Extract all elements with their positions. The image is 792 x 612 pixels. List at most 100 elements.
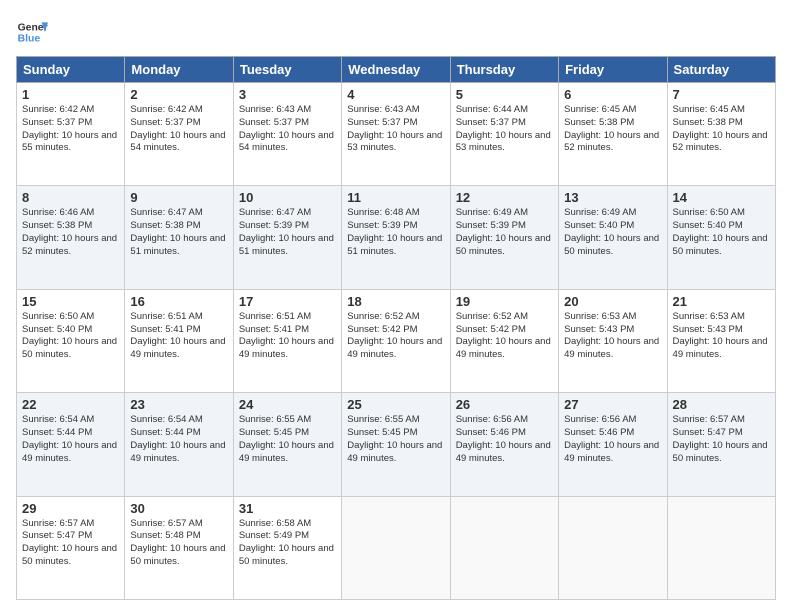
day-info: Sunrise: 6:50 AMSunset: 5:40 PMDaylight:… [22, 311, 117, 360]
day-number: 3 [239, 87, 336, 102]
day-info: Sunrise: 6:50 AMSunset: 5:40 PMDaylight:… [673, 207, 768, 256]
day-number: 25 [347, 397, 444, 412]
day-cell: 22Sunrise: 6:54 AMSunset: 5:44 PMDayligh… [17, 393, 125, 496]
day-cell: 28Sunrise: 6:57 AMSunset: 5:47 PMDayligh… [667, 393, 775, 496]
day-cell: 30Sunrise: 6:57 AMSunset: 5:48 PMDayligh… [125, 496, 233, 599]
day-number: 15 [22, 294, 119, 309]
day-info: Sunrise: 6:49 AMSunset: 5:39 PMDaylight:… [456, 207, 551, 256]
day-info: Sunrise: 6:57 AMSunset: 5:47 PMDaylight:… [22, 518, 117, 567]
week-row-3: 15 Sunrise: 6:50 AMSunset: 5:40 PMDayligh… [17, 289, 776, 392]
day-number: 12 [456, 190, 553, 205]
day-info: Sunrise: 6:52 AMSunset: 5:42 PMDaylight:… [347, 311, 442, 360]
day-cell: 27 Sunrise: 6:56 AMSunset: 5:46 PMDayligh… [559, 393, 667, 496]
week-row-5: 29 Sunrise: 6:57 AMSunset: 5:47 PMDayligh… [17, 496, 776, 599]
day-cell: 13 Sunrise: 6:49 AMSunset: 5:40 PMDayligh… [559, 186, 667, 289]
day-info: Sunrise: 6:53 AMSunset: 5:43 PMDaylight:… [564, 311, 659, 360]
day-cell [667, 496, 775, 599]
day-cell: 15 Sunrise: 6:50 AMSunset: 5:40 PMDayligh… [17, 289, 125, 392]
day-cell: 12 Sunrise: 6:49 AMSunset: 5:39 PMDayligh… [450, 186, 558, 289]
day-number: 29 [22, 501, 119, 516]
day-info: Sunrise: 6:55 AMSunset: 5:45 PMDaylight:… [239, 414, 334, 463]
day-cell: 14 Sunrise: 6:50 AMSunset: 5:40 PMDayligh… [667, 186, 775, 289]
day-cell: 8 Sunrise: 6:46 AMSunset: 5:38 PMDaylight… [17, 186, 125, 289]
day-cell: 16 Sunrise: 6:51 AMSunset: 5:41 PMDayligh… [125, 289, 233, 392]
day-number: 26 [456, 397, 553, 412]
day-cell: 5 Sunrise: 6:44 AMSunset: 5:37 PMDaylight… [450, 83, 558, 186]
day-cell: 23Sunrise: 6:54 AMSunset: 5:44 PMDayligh… [125, 393, 233, 496]
calendar-body: 1 Sunrise: 6:42 AMSunset: 5:37 PMDaylight… [17, 83, 776, 600]
day-cell: 21 Sunrise: 6:53 AMSunset: 5:43 PMDayligh… [667, 289, 775, 392]
day-info: Sunrise: 6:56 AMSunset: 5:46 PMDaylight:… [564, 414, 659, 463]
day-info: Sunrise: 6:47 AMSunset: 5:38 PMDaylight:… [130, 207, 225, 256]
day-info: Sunrise: 6:45 AMSunset: 5:38 PMDaylight:… [673, 104, 768, 153]
day-info: Sunrise: 6:47 AMSunset: 5:39 PMDaylight:… [239, 207, 334, 256]
day-cell: 29 Sunrise: 6:57 AMSunset: 5:47 PMDayligh… [17, 496, 125, 599]
day-cell: 7 Sunrise: 6:45 AMSunset: 5:38 PMDaylight… [667, 83, 775, 186]
day-info: Sunrise: 6:48 AMSunset: 5:39 PMDaylight:… [347, 207, 442, 256]
day-number: 21 [673, 294, 770, 309]
calendar-container: General Blue SundayMondayTuesdayWednesda… [0, 0, 792, 612]
day-number: 1 [22, 87, 119, 102]
day-info: Sunrise: 6:54 AMSunset: 5:44 PMDaylight:… [130, 414, 225, 463]
day-cell [559, 496, 667, 599]
day-cell [450, 496, 558, 599]
day-cell: 17 Sunrise: 6:51 AMSunset: 5:41 PMDayligh… [233, 289, 341, 392]
day-info: Sunrise: 6:44 AMSunset: 5:37 PMDaylight:… [456, 104, 551, 153]
day-number: 17 [239, 294, 336, 309]
day-number: 8 [22, 190, 119, 205]
week-row-1: 1 Sunrise: 6:42 AMSunset: 5:37 PMDaylight… [17, 83, 776, 186]
day-number: 19 [456, 294, 553, 309]
logo: General Blue [16, 16, 52, 48]
day-number: 16 [130, 294, 227, 309]
day-number: 11 [347, 190, 444, 205]
day-cell: 10 Sunrise: 6:47 AMSunset: 5:39 PMDayligh… [233, 186, 341, 289]
day-info: Sunrise: 6:43 AMSunset: 5:37 PMDaylight:… [347, 104, 442, 153]
day-info: Sunrise: 6:45 AMSunset: 5:38 PMDaylight:… [564, 104, 659, 153]
week-row-4: 22Sunrise: 6:54 AMSunset: 5:44 PMDayligh… [17, 393, 776, 496]
day-info: Sunrise: 6:46 AMSunset: 5:38 PMDaylight:… [22, 207, 117, 256]
header-row: SundayMondayTuesdayWednesdayThursdayFrid… [17, 57, 776, 83]
day-info: Sunrise: 6:42 AMSunset: 5:37 PMDaylight:… [22, 104, 117, 153]
day-info: Sunrise: 6:53 AMSunset: 5:43 PMDaylight:… [673, 311, 768, 360]
day-cell: 26Sunrise: 6:56 AMSunset: 5:46 PMDayligh… [450, 393, 558, 496]
day-number: 4 [347, 87, 444, 102]
day-number: 9 [130, 190, 227, 205]
day-cell [342, 496, 450, 599]
day-cell: 11 Sunrise: 6:48 AMSunset: 5:39 PMDayligh… [342, 186, 450, 289]
day-number: 14 [673, 190, 770, 205]
day-cell: 6 Sunrise: 6:45 AMSunset: 5:38 PMDaylight… [559, 83, 667, 186]
logo-icon: General Blue [16, 16, 48, 48]
day-cell: 1 Sunrise: 6:42 AMSunset: 5:37 PMDaylight… [17, 83, 125, 186]
day-number: 7 [673, 87, 770, 102]
day-number: 30 [130, 501, 227, 516]
day-number: 24 [239, 397, 336, 412]
column-header-monday: Monday [125, 57, 233, 83]
day-cell: 19 Sunrise: 6:52 AMSunset: 5:42 PMDayligh… [450, 289, 558, 392]
day-number: 27 [564, 397, 661, 412]
day-cell: 18 Sunrise: 6:52 AMSunset: 5:42 PMDayligh… [342, 289, 450, 392]
day-info: Sunrise: 6:51 AMSunset: 5:41 PMDaylight:… [130, 311, 225, 360]
day-info: Sunrise: 6:51 AMSunset: 5:41 PMDaylight:… [239, 311, 334, 360]
day-cell: 24 Sunrise: 6:55 AMSunset: 5:45 PMDayligh… [233, 393, 341, 496]
calendar-table: SundayMondayTuesdayWednesdayThursdayFrid… [16, 56, 776, 600]
day-number: 2 [130, 87, 227, 102]
day-number: 5 [456, 87, 553, 102]
day-cell: 9 Sunrise: 6:47 AMSunset: 5:38 PMDaylight… [125, 186, 233, 289]
day-number: 6 [564, 87, 661, 102]
day-info: Sunrise: 6:42 AMSunset: 5:37 PMDaylight:… [130, 104, 225, 153]
day-info: Sunrise: 6:52 AMSunset: 5:42 PMDaylight:… [456, 311, 551, 360]
column-header-wednesday: Wednesday [342, 57, 450, 83]
day-info: Sunrise: 6:58 AMSunset: 5:49 PMDaylight:… [239, 518, 334, 567]
column-header-tuesday: Tuesday [233, 57, 341, 83]
day-cell: 3 Sunrise: 6:43 AMSunset: 5:37 PMDaylight… [233, 83, 341, 186]
day-info: Sunrise: 6:43 AMSunset: 5:37 PMDaylight:… [239, 104, 334, 153]
day-number: 31 [239, 501, 336, 516]
day-cell: 20Sunrise: 6:53 AMSunset: 5:43 PMDayligh… [559, 289, 667, 392]
column-header-friday: Friday [559, 57, 667, 83]
day-number: 10 [239, 190, 336, 205]
header: General Blue [16, 12, 776, 48]
day-info: Sunrise: 6:49 AMSunset: 5:40 PMDaylight:… [564, 207, 659, 256]
day-number: 13 [564, 190, 661, 205]
day-number: 18 [347, 294, 444, 309]
day-info: Sunrise: 6:54 AMSunset: 5:44 PMDaylight:… [22, 414, 117, 463]
